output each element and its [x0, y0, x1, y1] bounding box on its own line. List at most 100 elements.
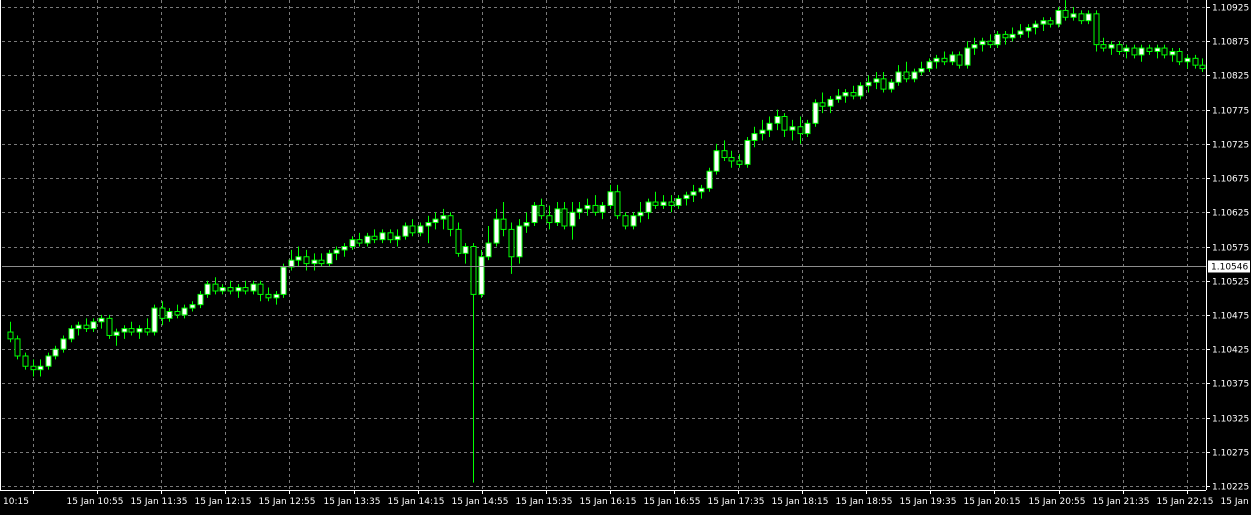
x-tick-label: 15 Jan 19:35 [900, 497, 957, 507]
candle-body [593, 205, 598, 212]
candle-body [228, 288, 233, 291]
x-tick-label: 15 Jan 17:35 [708, 497, 765, 507]
x-tick-label: 15 Jan 21:35 [1093, 497, 1150, 507]
candle-body [1079, 14, 1084, 21]
candle-body [1155, 48, 1160, 51]
candle-body [858, 86, 863, 96]
x-tick-label: 15 Jan 14:15 [388, 497, 445, 507]
candle-body [357, 240, 362, 243]
candle-body [1010, 34, 1015, 37]
candle-body [988, 41, 993, 44]
candle-body [129, 329, 134, 332]
candle-body [1132, 48, 1137, 55]
y-tick-label: 1.10325 [1212, 415, 1249, 425]
candle-body [919, 69, 924, 72]
candle-body [350, 240, 355, 247]
y-tick-label: 1.10375 [1212, 380, 1249, 390]
x-tick-label: 15 Jan 12:15 [195, 497, 252, 507]
candle-body [509, 229, 514, 256]
candle-body [562, 209, 567, 226]
candle-body [1026, 28, 1031, 31]
candle-body [775, 116, 780, 123]
candle-body [745, 140, 750, 164]
chart-canvas[interactable]: 1.109251.108751.108251.107751.107251.106… [0, 0, 1251, 511]
candle-body [122, 329, 127, 332]
candle-body [388, 233, 393, 240]
candle-body [1033, 24, 1038, 27]
price-label-text: 1.10546 [1211, 263, 1248, 273]
candle-body [281, 267, 286, 294]
y-tick-label: 1.10825 [1212, 72, 1249, 82]
candle-body [1056, 10, 1061, 24]
candle-body [638, 212, 643, 215]
y-tick-label: 1.10425 [1212, 346, 1249, 356]
candle-body [1162, 48, 1167, 55]
candle-body [76, 325, 81, 328]
x-tick-label: 15 Jan 14:55 [452, 497, 509, 507]
candle-body [669, 202, 674, 205]
candle-body [501, 219, 506, 229]
candle-body [1117, 45, 1122, 52]
candle-body [524, 223, 529, 226]
candle-body [555, 209, 560, 223]
candle-body [851, 93, 856, 96]
candle-body [258, 284, 263, 294]
candle-body [980, 41, 985, 44]
candle-body [69, 329, 74, 339]
price-chart[interactable]: 1.109251.108751.108251.107751.107251.106… [0, 0, 1251, 511]
candle-body [426, 223, 431, 226]
candle-body [631, 216, 636, 226]
candle-body [403, 226, 408, 236]
candle-body [608, 192, 613, 206]
candle-body [874, 79, 879, 82]
candle-body [433, 219, 438, 222]
candle-body [23, 356, 28, 366]
candle-body [577, 209, 582, 212]
candle-body [1086, 14, 1091, 21]
candle-body [1041, 21, 1046, 24]
candle-body [782, 116, 787, 130]
x-tick-label: 15 Jan 22:15 [1157, 497, 1214, 507]
candle-body [676, 199, 681, 206]
candle-body [479, 257, 484, 295]
candle-body [137, 329, 142, 332]
y-tick-label: 1.10925 [1212, 4, 1249, 14]
candle-body [236, 288, 241, 291]
candle-body [965, 48, 970, 65]
candle-body [1170, 51, 1175, 54]
y-tick-label: 1.10275 [1212, 449, 1249, 459]
candle-body [539, 205, 544, 215]
candle-body [304, 257, 309, 264]
candle-body [600, 205, 605, 212]
candle-body [942, 58, 947, 61]
y-tick-label: 1.10875 [1212, 38, 1249, 48]
candle-body [220, 288, 225, 291]
candle-body [1185, 58, 1190, 61]
chart-background [0, 0, 1251, 511]
candle-body [456, 229, 461, 253]
candle-body [145, 329, 150, 332]
candle-body [380, 233, 385, 240]
candle-body [646, 202, 651, 212]
candle-body [1063, 10, 1068, 17]
y-tick-label: 1.10225 [1212, 483, 1249, 493]
candle-body [213, 284, 218, 291]
candle-body [494, 219, 499, 243]
candle-body [274, 294, 279, 297]
candle-body [798, 127, 803, 134]
candle-body [1018, 31, 1023, 34]
candle-body [312, 260, 317, 263]
candle-body [251, 284, 256, 291]
candle-body [972, 45, 977, 48]
candle-body [167, 312, 172, 319]
candle-body [547, 216, 552, 223]
candle-body [813, 103, 818, 124]
y-tick-label: 1.10625 [1212, 209, 1249, 219]
candle-body [934, 58, 939, 61]
candle-body [31, 366, 36, 369]
candle-body [820, 103, 825, 106]
candle-body [790, 127, 795, 130]
x-tick-label: 15 Jan 20:15 [964, 497, 1021, 507]
candle-body [1048, 21, 1053, 24]
candle-body [760, 130, 765, 133]
